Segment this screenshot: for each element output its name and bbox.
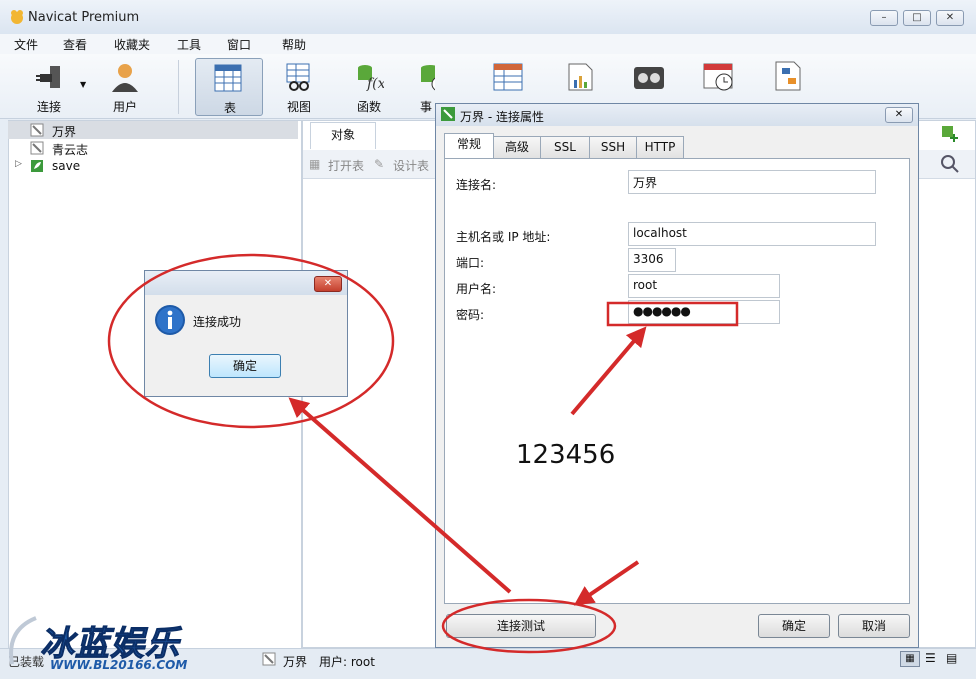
annotation-arrow-to-test: [573, 560, 640, 606]
annotation-circle-msgbox: [107, 253, 395, 429]
annotation-overlay: [107, 253, 739, 654]
watermark: 冰蓝娱乐 WWW.BL20166.COM: [6, 612, 210, 674]
annotation-box-password: [606, 301, 739, 327]
annotation-circle-test-button: [441, 598, 617, 654]
annotation-arrow-to-msgbox: [288, 397, 512, 594]
annotation-arrow-to-password: [570, 326, 647, 416]
watermark-url: WWW.BL20166.COM: [50, 658, 188, 672]
password-hint-text: 123456: [516, 440, 616, 470]
